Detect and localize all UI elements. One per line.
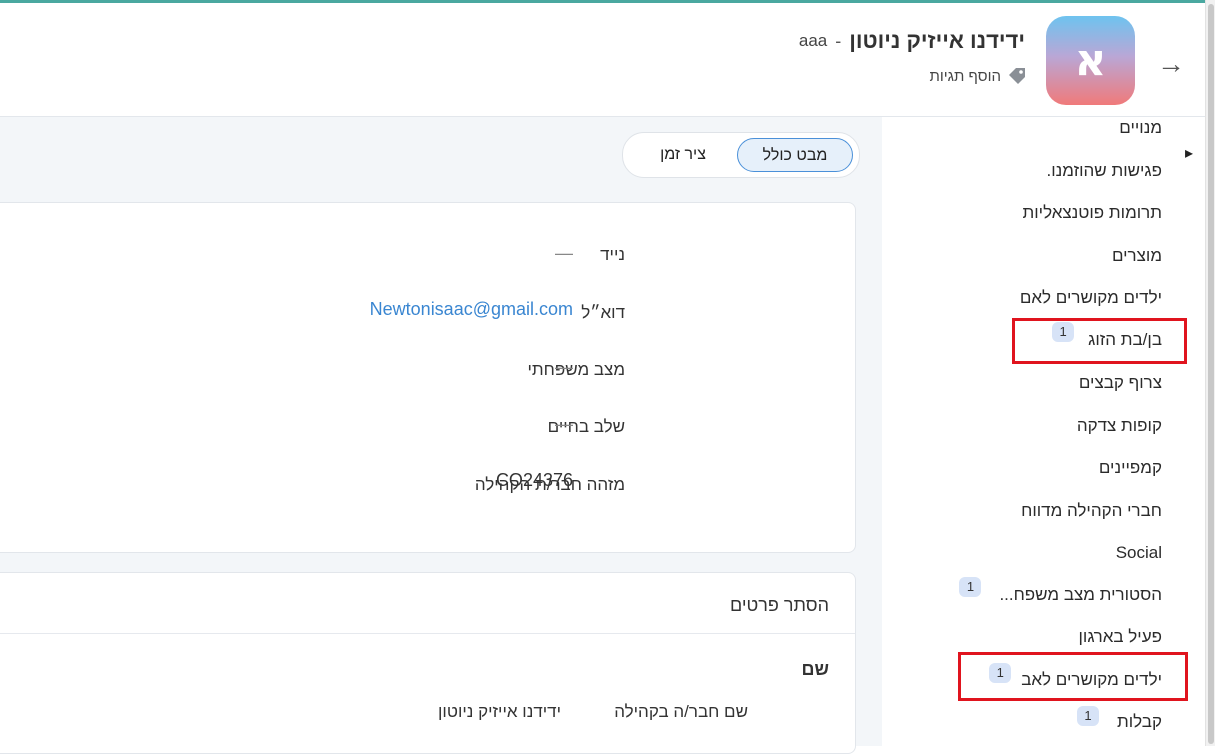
- collapse-arrow-icon[interactable]: ▸: [1185, 143, 1193, 163]
- field-value-member-id: CO24376: [495, 470, 573, 490]
- tab-timeline[interactable]: ציר זמן: [637, 138, 729, 172]
- field-value-community-name: ידידנו אייזיק ניוטון: [438, 702, 561, 721]
- sidebar-item-label: קמפיינים: [1098, 458, 1162, 477]
- details-card: נייד — דוא״ל Newtonisaac@gmail.com מצב מ…: [0, 202, 856, 553]
- sidebar-item-label: פעיל בארגון: [1078, 627, 1162, 646]
- member-header: → א ידידנו אייזיק ניוטון - aaa הוסף תגיו…: [0, 3, 1205, 117]
- sidebar-item-campaigns[interactable]: קמפיינים: [1099, 458, 1162, 478]
- name-separator: -: [835, 30, 842, 51]
- field-value-email[interactable]: Newtonisaac@gmail.com: [370, 299, 573, 320]
- sidebar-item-label: פגישות שהוזמנו.: [1046, 161, 1162, 180]
- sidebar-item-subscriptions[interactable]: מנויים: [1119, 118, 1162, 138]
- sidebar-item-label: חברי הקהילה מדווח: [1021, 501, 1162, 520]
- field-label-marital-status: מצב משפחתי: [527, 360, 625, 379]
- highlight-box-spouse: [1012, 318, 1187, 364]
- field-value-marital-status: —: [555, 357, 573, 377]
- field-label-email: דוא״ל: [581, 303, 625, 322]
- view-toggle: מבט כולל ציר זמן: [622, 132, 860, 178]
- sidebar-item-children-mother[interactable]: ילדים מקושרים לאם: [1020, 288, 1162, 308]
- sidebar-item-label: קופות צדקה: [1076, 416, 1162, 435]
- sidebar-item-label: קבלות: [1116, 712, 1162, 731]
- sidebar-item-label: מנויים: [1119, 118, 1162, 137]
- count-badge: 1: [1076, 706, 1099, 726]
- sidebar-item-reporting-members[interactable]: חברי הקהילה מדווח: [1021, 501, 1162, 521]
- sidebar-item-label: צרוף קבצים: [1078, 373, 1162, 392]
- field-value-mobile: —: [555, 243, 573, 263]
- tag-icon: [1009, 68, 1025, 84]
- sidebar-item-label: תרומות פוטנצאליות: [1022, 203, 1163, 222]
- member-code: aaa: [798, 31, 828, 50]
- add-tags-label: הוסף תגיות: [929, 67, 1001, 85]
- scrollbar[interactable]: [1205, 0, 1215, 746]
- field-label-mobile: נייד: [600, 245, 625, 264]
- member-name: ידידנו אייזיק ניוטון: [849, 28, 1025, 53]
- add-tags-button[interactable]: הוסף תגיות: [930, 66, 1027, 86]
- highlight-box-children-father: [958, 652, 1188, 701]
- field-value-life-stage: —: [555, 414, 573, 434]
- count-badge: 1: [959, 577, 982, 597]
- sidebar-item-social[interactable]: Social: [1116, 543, 1162, 563]
- avatar-letter: א: [1074, 35, 1107, 86]
- sidebar-item-attachments[interactable]: צרוף קבצים: [1079, 373, 1162, 393]
- name-card: הסתר פרטים שם שם חבר/ה בקהילה ידידנו איי…: [0, 572, 856, 754]
- sidebar-item-label: Social: [1115, 543, 1162, 562]
- card-divider: [0, 633, 855, 634]
- sidebar-item-active-in-org[interactable]: פעיל בארגון: [1078, 627, 1162, 647]
- hide-details-button[interactable]: הסתר פרטים: [730, 595, 829, 616]
- scrollbar-thumb[interactable]: [1208, 4, 1214, 744]
- sidebar-item-marital-history[interactable]: הסטורית מצב משפח... 1: [959, 577, 1162, 605]
- field-label-community-name: שם חבר/ה בקהילה: [614, 702, 748, 721]
- sidebar-item-meetings[interactable]: פגישות שהוזמנו.: [1047, 161, 1162, 181]
- sidebar-item-receipts[interactable]: קבלות 1: [1076, 706, 1162, 732]
- member-title: ידידנו אייזיק ניוטון - aaa: [799, 28, 1025, 54]
- section-label-name: שם: [801, 659, 829, 679]
- sidebar-item-label: ילדים מקושרים לאם: [1019, 288, 1162, 307]
- sidebar-item-potential-donations[interactable]: תרומות פוטנצאליות: [1023, 203, 1163, 223]
- sidebar-item-label: מוצרים: [1111, 246, 1162, 265]
- sidebar-item-label: הסטורית מצב משפח...: [999, 585, 1162, 604]
- avatar: א: [1046, 16, 1135, 105]
- sidebar-item-charity-boxes[interactable]: קופות צדקה: [1077, 416, 1162, 436]
- sidebar-item-products[interactable]: מוצרים: [1112, 246, 1162, 266]
- arrow-right-icon[interactable]: →: [1155, 50, 1187, 78]
- tab-overview[interactable]: מבט כולל: [737, 138, 853, 172]
